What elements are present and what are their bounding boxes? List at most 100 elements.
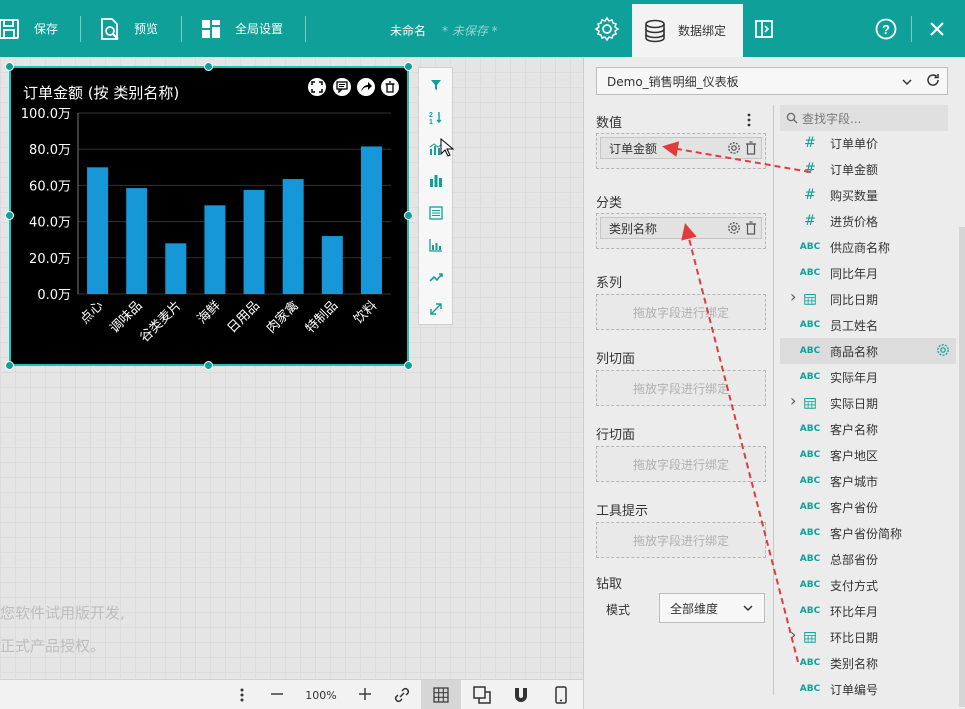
field-item[interactable]: ABC 客户地区 [780, 442, 956, 468]
values-more-button[interactable] [747, 113, 751, 130]
field-name: 进货价格 [830, 214, 879, 229]
resize-handle[interactable] [404, 62, 413, 71]
field-item[interactable]: # 进货价格 [780, 208, 956, 234]
preview-button[interactable]: 预览 [98, 0, 158, 57]
number-type-icon: # [804, 161, 816, 177]
svg-text:?: ? [882, 22, 890, 37]
text-type-icon: ABC [799, 684, 821, 694]
resize-handle[interactable] [404, 361, 413, 370]
global-settings-label: 全局设置 [235, 22, 284, 36]
layer-button[interactable] [466, 680, 498, 709]
field-item[interactable]: ABC 客户城市 [780, 468, 956, 494]
field-item[interactable]: # 订单金额 [780, 156, 956, 182]
tooltip-section-label: 工具提示 [596, 504, 649, 519]
snap-button[interactable] [505, 680, 537, 709]
trend-button[interactable] [419, 266, 452, 288]
y-tick-label: 40.0万 [29, 216, 71, 231]
drill-section-label: 钻取 [596, 577, 623, 592]
field-search-input[interactable]: 查找字段... [780, 105, 948, 131]
resize-handle[interactable] [5, 361, 14, 370]
datasource-select[interactable]: Demo_销售明细_仪表板 [596, 67, 948, 95]
text-type-icon: ABC [799, 372, 821, 382]
data-binding-tab[interactable]: 数据绑定 [632, 4, 743, 57]
chevron-right-icon[interactable]: › [790, 391, 796, 410]
chevron-right-icon[interactable]: › [790, 625, 796, 644]
field-item[interactable]: ABC 类别名称 [780, 650, 956, 676]
bottom-bar: 100% [0, 679, 583, 709]
field-item[interactable]: ABC 总部省份 [780, 546, 956, 572]
field-item[interactable]: ABC 支付方式 [780, 572, 956, 598]
grid-toggle-button[interactable] [421, 680, 461, 709]
resize-handle[interactable] [204, 62, 213, 71]
chevron-down-icon [743, 605, 753, 612]
tooltip-drop-zone[interactable]: 拖放字段进行绑定 [596, 522, 766, 558]
trash-icon[interactable] [745, 141, 757, 155]
sort-button[interactable]: 21 [419, 106, 452, 128]
field-item[interactable]: ABC 同比年月 [780, 260, 956, 286]
category-field-chip[interactable]: 类别名称 [600, 217, 762, 239]
field-item[interactable]: # 购买数量 [780, 182, 956, 208]
field-item[interactable]: ABC 环比年月 [780, 598, 956, 624]
zoom-in-button[interactable] [350, 687, 380, 704]
x-tick-label: 特制品 [303, 298, 341, 336]
filter-button[interactable] [419, 74, 452, 96]
field-name: 客户省份简称 [830, 526, 903, 541]
bar [126, 188, 148, 294]
chevron-right-icon[interactable]: › [790, 287, 796, 306]
layout-icon [202, 19, 220, 38]
field-item[interactable]: ABC 订单编号 [780, 676, 956, 702]
gear-icon[interactable] [727, 221, 741, 235]
list-icon [428, 206, 443, 220]
resize-handle[interactable] [5, 62, 14, 71]
category-section-label: 分类 [596, 196, 623, 211]
resize-handle[interactable] [204, 361, 213, 370]
calendar-icon [780, 395, 816, 411]
gear-icon[interactable] [727, 141, 741, 155]
svg-text:2: 2 [429, 112, 433, 119]
resize-button[interactable] [419, 298, 452, 320]
values-drop-zone[interactable]: 订单金额 [596, 133, 766, 169]
zoom-out-button[interactable] [262, 687, 292, 704]
field-name: 订单编号 [830, 682, 879, 697]
help-button[interactable]: ? [875, 0, 897, 57]
more-button[interactable] [226, 680, 258, 709]
field-item[interactable]: ABC 客户名称 [780, 416, 956, 442]
bar-chart-widget[interactable]: 订单金额 (按 类别名称) 100.0万 80.0万 60.0万 40.0万 20.0万… [9, 66, 409, 366]
analysis-button[interactable] [419, 234, 452, 256]
save-button[interactable]: 保存 [0, 0, 58, 57]
series-drop-zone[interactable]: 拖放字段进行绑定 [596, 294, 766, 330]
field-name: 商品名称 [830, 344, 879, 359]
gear-icon[interactable] [936, 343, 950, 360]
field-item[interactable]: ABC 客户省份简称 [780, 520, 956, 546]
category-drop-zone[interactable]: 类别名称 [596, 213, 766, 249]
trash-icon[interactable] [745, 221, 757, 235]
refresh-button[interactable] [926, 73, 940, 90]
close-button[interactable] [929, 0, 945, 57]
settings-button[interactable] [594, 0, 620, 57]
field-item[interactable]: # 订单单价 [780, 130, 956, 156]
bar [321, 236, 343, 294]
field-item[interactable]: › 实际日期 [780, 390, 956, 416]
field-item[interactable]: › 同比日期 [780, 286, 956, 312]
resize-handle[interactable] [404, 211, 413, 220]
mobile-view-button[interactable] [545, 680, 577, 709]
analysis-chart-icon [428, 239, 442, 252]
field-item[interactable]: ABC 客户省份 [780, 494, 956, 520]
field-item[interactable]: ABC 员工姓名 [780, 312, 956, 338]
field-item[interactable]: ABC 供应商名称 [780, 234, 956, 260]
field-item[interactable]: › 环比日期 [780, 624, 956, 650]
zoom-level: 100% [305, 688, 337, 702]
table-button[interactable] [419, 202, 452, 224]
global-settings-button[interactable]: 全局设置 [201, 0, 283, 57]
values-field-chip[interactable]: 订单金额 [600, 137, 762, 159]
row-slice-drop-zone[interactable]: 拖放字段进行绑定 [596, 446, 766, 482]
scrollbar[interactable] [959, 227, 965, 707]
column-slice-drop-zone[interactable]: 拖放字段进行绑定 [596, 370, 766, 406]
field-item[interactable]: ABC 实际年月 [780, 364, 956, 390]
bar-chart-button[interactable] [419, 170, 452, 192]
field-item[interactable]: ABC 商品名称 [780, 338, 956, 364]
drill-mode-select[interactable]: 全部维度 [659, 593, 765, 623]
link-button[interactable] [386, 680, 418, 709]
panel-toggle-button[interactable] [754, 0, 774, 57]
resize-handle[interactable] [5, 211, 14, 220]
